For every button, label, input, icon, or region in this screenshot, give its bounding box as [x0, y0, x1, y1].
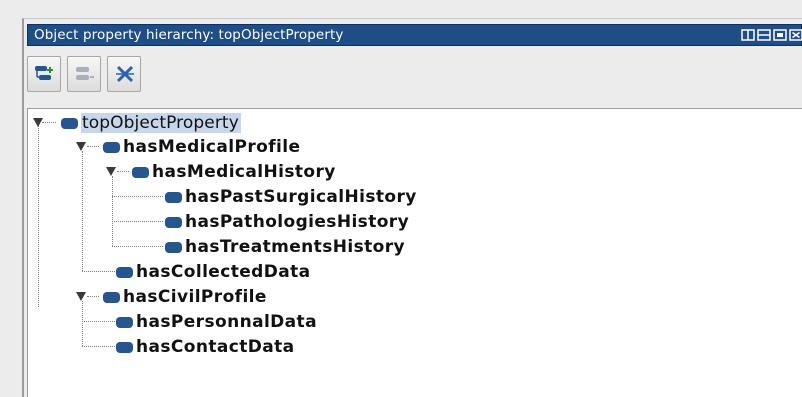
tree-node-hasCivilProfile[interactable]: hasCivilProfile — [103, 285, 267, 309]
tree-node-hasPastSurgicalHistory[interactable]: hasPastSurgicalHistory — [165, 185, 417, 209]
tree-connector — [112, 246, 163, 247]
node-label: topObjectProperty — [81, 113, 241, 133]
expand-toggle-icon[interactable] — [76, 142, 86, 151]
tree-connector — [42, 122, 56, 123]
tree-node-hasMedicalProfile[interactable]: hasMedicalProfile — [103, 135, 300, 159]
node-label: hasCollectedData — [136, 262, 311, 282]
delete-property-icon — [116, 65, 134, 83]
object-property-icon — [132, 166, 149, 178]
tree-connector — [82, 151, 83, 271]
tree-node-hasContactData[interactable]: hasContactData — [116, 335, 295, 359]
expand-toggle-icon[interactable] — [106, 167, 116, 176]
tree-connector — [117, 171, 129, 172]
object-property-icon — [116, 316, 133, 328]
object-property-icon — [165, 191, 182, 203]
tree-connector — [87, 146, 99, 147]
tree-node-hasPathologiesHistory[interactable]: hasPathologiesHistory — [165, 210, 409, 234]
tree-node-topObjectProperty[interactable]: topObjectProperty — [61, 111, 241, 135]
node-label: hasMedicalHistory — [152, 162, 336, 182]
add-sub-property-button[interactable] — [27, 56, 61, 92]
tree-connector — [112, 176, 113, 246]
object-property-icon — [61, 117, 78, 129]
node-label: hasPathologiesHistory — [185, 212, 410, 232]
tree-connector — [112, 196, 163, 197]
expand-toggle-icon[interactable] — [33, 118, 43, 127]
split-horizontal-icon[interactable] — [757, 28, 771, 42]
object-property-icon — [103, 291, 120, 303]
object-property-icon — [103, 141, 120, 153]
view-controls — [741, 28, 802, 42]
node-label: hasPastSurgicalHistory — [185, 187, 417, 207]
tree-connector — [112, 221, 163, 222]
object-property-icon — [116, 266, 133, 278]
property-tree[interactable]: topObjectProperty hasMedicalProfile hasM… — [27, 108, 802, 397]
tree-node-hasCollectedData[interactable]: hasCollectedData — [116, 260, 311, 284]
split-view-icon[interactable] — [741, 28, 755, 42]
object-property-icon — [165, 241, 182, 253]
delete-property-button[interactable] — [107, 56, 141, 92]
expand-toggle-icon[interactable] — [76, 292, 86, 301]
tree-node-hasMedicalHistory[interactable]: hasMedicalHistory — [132, 160, 336, 184]
node-label: hasCivilProfile — [123, 287, 267, 307]
tree-connector — [82, 271, 115, 272]
protege-view: Object property hierarchy: topObjectProp… — [0, 0, 802, 397]
node-label: hasContactData — [136, 337, 295, 357]
view-title-bar: Object property hierarchy: topObjectProp… — [27, 24, 802, 46]
node-label: hasMedicalProfile — [123, 137, 301, 157]
tree-node-hasTreatmentsHistory[interactable]: hasTreatmentsHistory — [165, 235, 405, 259]
add-sub-property-icon — [35, 66, 53, 80]
view-title: Object property hierarchy: topObjectProp… — [34, 27, 344, 43]
hierarchy-toolbar — [27, 56, 143, 96]
node-label: hasPersonnalData — [136, 312, 317, 332]
node-label: hasTreatmentsHistory — [185, 237, 405, 257]
add-sibling-property-icon — [76, 67, 94, 80]
object-property-icon — [165, 216, 182, 228]
object-property-icon — [116, 341, 133, 353]
close-view-icon[interactable] — [789, 28, 802, 42]
tree-connector — [38, 126, 39, 307]
float-view-icon[interactable] — [773, 28, 787, 42]
tree-connector — [82, 321, 115, 322]
tree-connector — [87, 296, 99, 297]
add-sibling-property-button[interactable] — [67, 56, 101, 92]
tree-node-hasPersonnalData[interactable]: hasPersonnalData — [116, 310, 317, 334]
tree-connector — [82, 301, 83, 346]
tree-connector — [82, 346, 115, 347]
